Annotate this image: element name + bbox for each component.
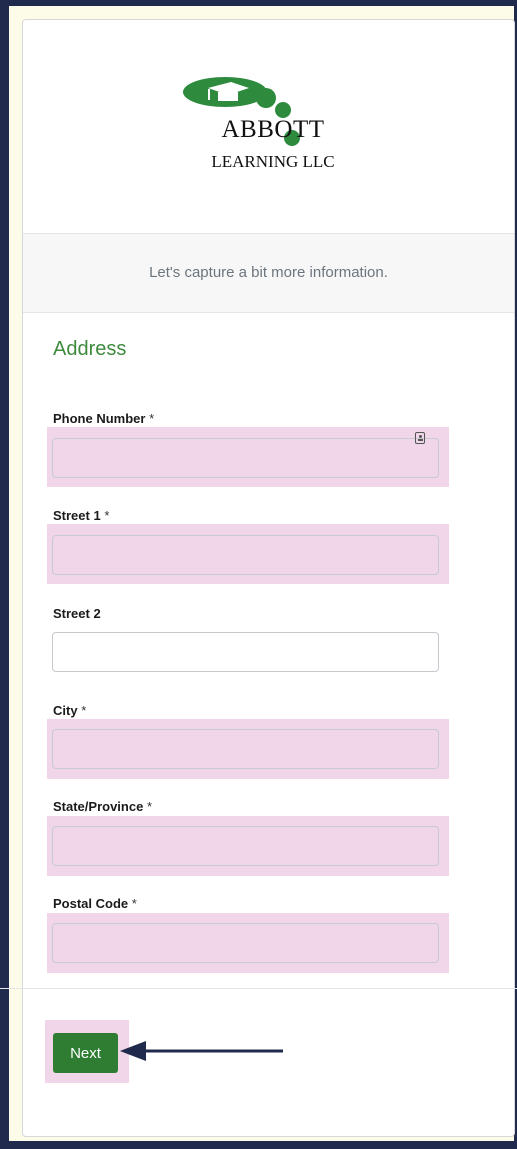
phone-required-mark: * — [149, 411, 155, 426]
footer-divider — [0, 988, 517, 989]
city-label: City * — [53, 703, 86, 718]
logo-area: ABBOTT LEARNING LLC — [23, 20, 514, 233]
state-required-mark: * — [146, 799, 153, 814]
info-text: Let's capture a bit more information. — [149, 264, 388, 281]
arrow-left-icon — [120, 1041, 283, 1061]
info-banner: Let's capture a bit more information. — [23, 233, 514, 313]
street1-label: Street 1 * — [53, 508, 109, 523]
next-button[interactable]: Next — [53, 1033, 118, 1073]
postal-code-label: Postal Code * — [53, 896, 137, 911]
street1-label-text: Street 1 — [53, 508, 101, 523]
street1-input[interactable] — [52, 535, 439, 575]
city-required-mark: * — [81, 703, 87, 718]
city-input[interactable] — [52, 729, 439, 769]
street1-required-mark: * — [104, 508, 110, 523]
logo-name: ABBOTT — [221, 116, 325, 143]
postal-code-required-mark: * — [131, 896, 137, 911]
contact-card-icon[interactable] — [415, 432, 425, 444]
state-province-input[interactable] — [52, 826, 439, 866]
phone-label-text: Phone Number — [53, 411, 146, 426]
postal-code-label-text: Postal Code — [53, 896, 129, 911]
logo-subtitle: LEARNING LLC — [211, 152, 335, 171]
street2-input[interactable] — [52, 632, 439, 672]
state-label-text: State/Province — [53, 799, 144, 814]
section-title-address: Address — [53, 338, 127, 360]
phone-label: Phone Number * — [53, 411, 154, 426]
street2-label-text: Street 2 — [53, 606, 101, 621]
street2-label: Street 2 — [53, 606, 101, 621]
city-label-text: City — [53, 703, 78, 718]
postal-code-input[interactable] — [52, 923, 439, 963]
phone-number-input[interactable] — [52, 438, 439, 478]
state-label: State/Province * — [53, 799, 152, 814]
